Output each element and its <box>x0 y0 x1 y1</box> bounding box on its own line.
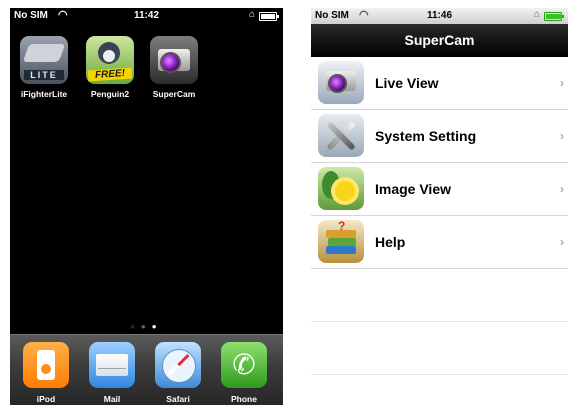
dock-app-phone[interactable]: ✆ Phone <box>214 342 274 404</box>
clock: 11:42 <box>133 10 160 21</box>
nav-bar: SuperCam <box>311 24 568 57</box>
ipod-icon <box>23 342 69 388</box>
tools-icon <box>318 114 364 157</box>
app-label: Penguin2 <box>90 89 130 99</box>
dock-label: Mail <box>103 394 121 404</box>
clock: 11:46 <box>426 10 453 21</box>
lock-icon: ⌂ <box>533 9 540 20</box>
nav-title: SuperCam <box>404 32 475 48</box>
app-label: SuperCam <box>152 89 196 99</box>
battery-icon <box>544 12 564 21</box>
dock-label: iPod <box>36 394 56 404</box>
safari-compass-icon <box>155 342 201 388</box>
dock: iPod Mail Safari ✆ Phone <box>10 334 283 405</box>
app-ifighterlite[interactable]: LITE iFighterLite <box>14 36 74 99</box>
app-label: iFighterLite <box>20 89 68 99</box>
spotlight-search-icon: ⌕ <box>130 322 141 331</box>
menu-item-label: Image View <box>375 181 452 197</box>
battery-level <box>546 14 562 19</box>
dock-app-mail[interactable]: Mail <box>82 342 142 404</box>
page-indicator[interactable]: ⌕●● <box>10 322 283 332</box>
lock-icon: ⌂ <box>248 9 255 20</box>
supercam-screen: No SIM ◠ 11:46 ⌂ SuperCam Live View › Sy… <box>311 8 568 405</box>
empty-row <box>311 322 568 375</box>
dock-label: Phone <box>231 394 257 404</box>
chevron-right-icon: › <box>560 235 564 249</box>
menu-item-label: Live View <box>375 75 439 91</box>
menu-item-system-setting[interactable]: System Setting › <box>311 110 568 163</box>
status-bar: No SIM ◠ 11:46 ⌂ <box>311 8 568 25</box>
menu-item-live-view[interactable]: Live View › <box>311 57 568 110</box>
chevron-right-icon: › <box>560 76 564 90</box>
camera-icon <box>318 61 364 104</box>
home-screen: No SIM ◠ 11:42 ⌂ LITE iFighterLite FREE!… <box>10 8 283 405</box>
chevron-right-icon: › <box>560 129 564 143</box>
page-dot-active: ● <box>151 322 163 331</box>
app-penguin2[interactable]: FREE! Penguin2 <box>80 36 140 99</box>
menu-item-label: Help <box>375 234 406 250</box>
status-bar: No SIM ◠ 11:42 ⌂ <box>10 8 283 24</box>
menu-list: Live View › System Setting › Image View … <box>311 57 568 375</box>
flower-icon <box>318 167 364 210</box>
mail-envelope-icon <box>89 342 135 388</box>
menu-item-image-view[interactable]: Image View › <box>311 163 568 216</box>
lite-badge: LITE <box>24 70 64 80</box>
battery-icon <box>259 12 279 21</box>
free-badge: FREE! <box>87 67 133 82</box>
fighter-jet-icon: LITE <box>20 36 68 84</box>
chevron-right-icon: › <box>560 182 564 196</box>
penguin-icon: FREE! <box>86 36 134 84</box>
phone-handset-icon: ✆ <box>221 342 267 388</box>
dock-app-safari[interactable]: Safari <box>148 342 208 404</box>
dock-app-ipod[interactable]: iPod <box>16 342 76 404</box>
dock-label: Safari <box>166 394 190 404</box>
empty-row <box>311 269 568 322</box>
app-supercam[interactable]: SuperCam <box>144 36 204 99</box>
page-dot: ● <box>140 322 152 331</box>
menu-item-help[interactable]: ? Help › <box>311 216 568 269</box>
menu-item-label: System Setting <box>375 128 477 144</box>
books-icon: ? <box>318 220 364 263</box>
camera-icon <box>150 36 198 84</box>
battery-level <box>261 14 275 19</box>
